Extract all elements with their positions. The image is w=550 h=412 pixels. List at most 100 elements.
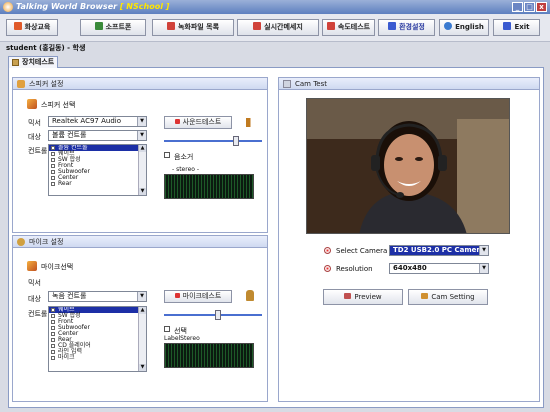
mic-control-list[interactable]: 웨이브 SW 합성 Front Subwoofer Center Rear CD 플레이어 라… — [48, 306, 147, 372]
tab-device-test-label: 장치테스트 — [22, 58, 55, 66]
checkbox[interactable] — [51, 164, 55, 168]
speaker-mixer-label: 믹서 — [28, 119, 41, 127]
chevron-down-icon[interactable]: ▼ — [137, 131, 146, 140]
tab-device-test[interactable]: 장치테스트 — [8, 56, 58, 68]
wrench-icon — [421, 293, 429, 299]
speed-test-label: 속도테스트 — [337, 23, 371, 31]
toolbar: 화상교육 소프트폰 녹화파일 목록 실시간메세지 속도테스트 환경설정 Engl… — [0, 14, 550, 42]
checkbox[interactable] — [51, 332, 55, 336]
mic-volume-slider[interactable] — [164, 310, 262, 320]
checkbox[interactable] — [51, 320, 55, 324]
scroll-up-icon[interactable]: ▲ — [139, 307, 146, 314]
camera-select[interactable]: TD2 USB2.0 PC Camera (W(▼ — [389, 245, 489, 256]
select-camera-icon — [324, 247, 331, 254]
mic-select-checkbox[interactable] — [164, 326, 170, 332]
sound-test-button[interactable]: 사운드테스트 — [164, 116, 232, 129]
list-item-label: Rear — [58, 180, 72, 187]
speaker-header-label: 스피커 설정 — [29, 80, 64, 88]
checkbox[interactable] — [51, 350, 55, 354]
mic-target-select[interactable]: 녹음 컨트롤 ▼ — [48, 291, 147, 302]
cam-setting-label: Cam Setting — [431, 293, 475, 301]
checkbox[interactable] — [51, 146, 55, 150]
chevron-down-icon[interactable]: ▼ — [479, 264, 488, 273]
checkbox[interactable] — [51, 176, 55, 180]
speaker-target-value: 볼륨 컨트롤 — [52, 131, 87, 139]
close-button[interactable]: x — [536, 2, 547, 12]
device-icon — [12, 59, 19, 66]
mic-test-button[interactable]: 마이크테스트 — [164, 290, 232, 303]
realtime-message-button[interactable]: 실시간메세지 — [237, 19, 319, 36]
exit-button[interactable]: Exit — [493, 19, 540, 36]
window-title-brand: [ NSchool ] — [119, 2, 170, 11]
mic-test-label: 마이크테스트 — [182, 292, 222, 300]
chevron-down-icon[interactable]: ▼ — [479, 246, 488, 255]
minimize-button[interactable]: _ — [512, 2, 523, 12]
speaker-mixer-select[interactable]: Realtek AC97 Audio ▼ — [48, 116, 147, 127]
mic-panel-header: 마이크 설정 — [13, 236, 267, 248]
mute-checkbox[interactable] — [164, 152, 170, 158]
list-item[interactable]: 마이크 — [49, 355, 146, 361]
speaker-control-list[interactable]: 볼륨 컨트롤 웨이브 SW 합성 Front Subwoofer Center Rear ▲ ▼ — [48, 144, 147, 196]
scrollbar[interactable]: ▲ ▼ — [138, 145, 146, 195]
speed-test-button[interactable]: 속도테스트 — [322, 19, 375, 36]
english-button[interactable]: English — [439, 19, 489, 36]
speaker-target-label: 대상 — [28, 133, 41, 141]
scroll-up-icon[interactable]: ▲ — [139, 145, 146, 152]
checkbox[interactable] — [51, 308, 55, 312]
softphone-label: 소프트폰 — [105, 23, 132, 31]
camera-icon — [283, 80, 291, 88]
checkbox[interactable] — [51, 326, 55, 330]
microphone-icon — [17, 238, 25, 246]
chevron-down-icon[interactable]: ▼ — [137, 292, 146, 301]
checkbox[interactable] — [51, 344, 55, 348]
slider-thumb[interactable] — [215, 310, 221, 320]
speaker-target-select[interactable]: 볼륨 컨트롤 ▼ — [48, 130, 147, 141]
speaker-section-title: 스피커 선택 — [41, 101, 76, 109]
recording-list-label: 녹화파일 목록 — [177, 23, 220, 31]
mic-target-value: 녹음 컨트롤 — [52, 292, 87, 300]
mute-label: 음소거 — [174, 153, 194, 161]
softphone-button[interactable]: 소프트폰 — [80, 19, 146, 36]
speaker-meter-label: - stereo - — [172, 166, 200, 173]
cam-setting-button[interactable]: Cam Setting — [408, 289, 488, 305]
checkbox[interactable] — [51, 152, 55, 156]
checkbox[interactable] — [51, 182, 55, 186]
speed-icon — [326, 22, 335, 30]
scrollbar[interactable]: ▲ ▼ — [138, 307, 146, 371]
checkbox[interactable] — [51, 356, 55, 360]
mic-section-title: 마이크선택 — [41, 263, 74, 271]
speaker-panel-header: 스피커 설정 — [13, 78, 267, 90]
checkbox[interactable] — [51, 314, 55, 318]
recording-list-button[interactable]: 녹화파일 목록 — [152, 19, 234, 36]
english-label: English — [455, 23, 484, 31]
camera-preview-image — [306, 98, 510, 234]
scroll-down-icon[interactable]: ▼ — [139, 364, 146, 371]
video-class-button[interactable]: 화상교육 — [6, 19, 58, 36]
resolution-label: Resolution — [336, 265, 373, 273]
slider-track — [164, 314, 262, 316]
speaker-select-icon — [27, 99, 37, 109]
play-icon — [174, 119, 180, 124]
message-icon — [253, 22, 262, 30]
list-item[interactable]: Rear — [49, 181, 146, 187]
camera-value: TD2 USB2.0 PC Camera (W( — [393, 246, 488, 254]
video-icon — [13, 22, 22, 30]
exit-icon — [503, 22, 512, 30]
checkbox[interactable] — [51, 170, 55, 174]
checkbox[interactable] — [51, 338, 55, 342]
mic-header-label: 마이크 설정 — [29, 238, 64, 246]
speaker-icon — [17, 80, 25, 88]
checkbox[interactable] — [51, 158, 55, 162]
resolution-select[interactable]: 640x480 ▼ — [389, 263, 489, 274]
speaker-mixer-value: Realtek AC97 Audio — [52, 117, 122, 125]
window-title: Talking World Browser — [16, 2, 118, 11]
preview-button[interactable]: Preview — [323, 289, 403, 305]
slider-thumb[interactable] — [233, 136, 239, 146]
phone-icon — [94, 22, 103, 30]
speaker-volume-slider[interactable] — [164, 136, 262, 146]
scroll-down-icon[interactable]: ▼ — [139, 188, 146, 195]
microphone-icon — [246, 290, 254, 301]
chevron-down-icon[interactable]: ▼ — [137, 117, 146, 126]
settings-button[interactable]: 환경설정 — [378, 19, 435, 36]
maximize-button[interactable]: □ — [524, 2, 535, 12]
